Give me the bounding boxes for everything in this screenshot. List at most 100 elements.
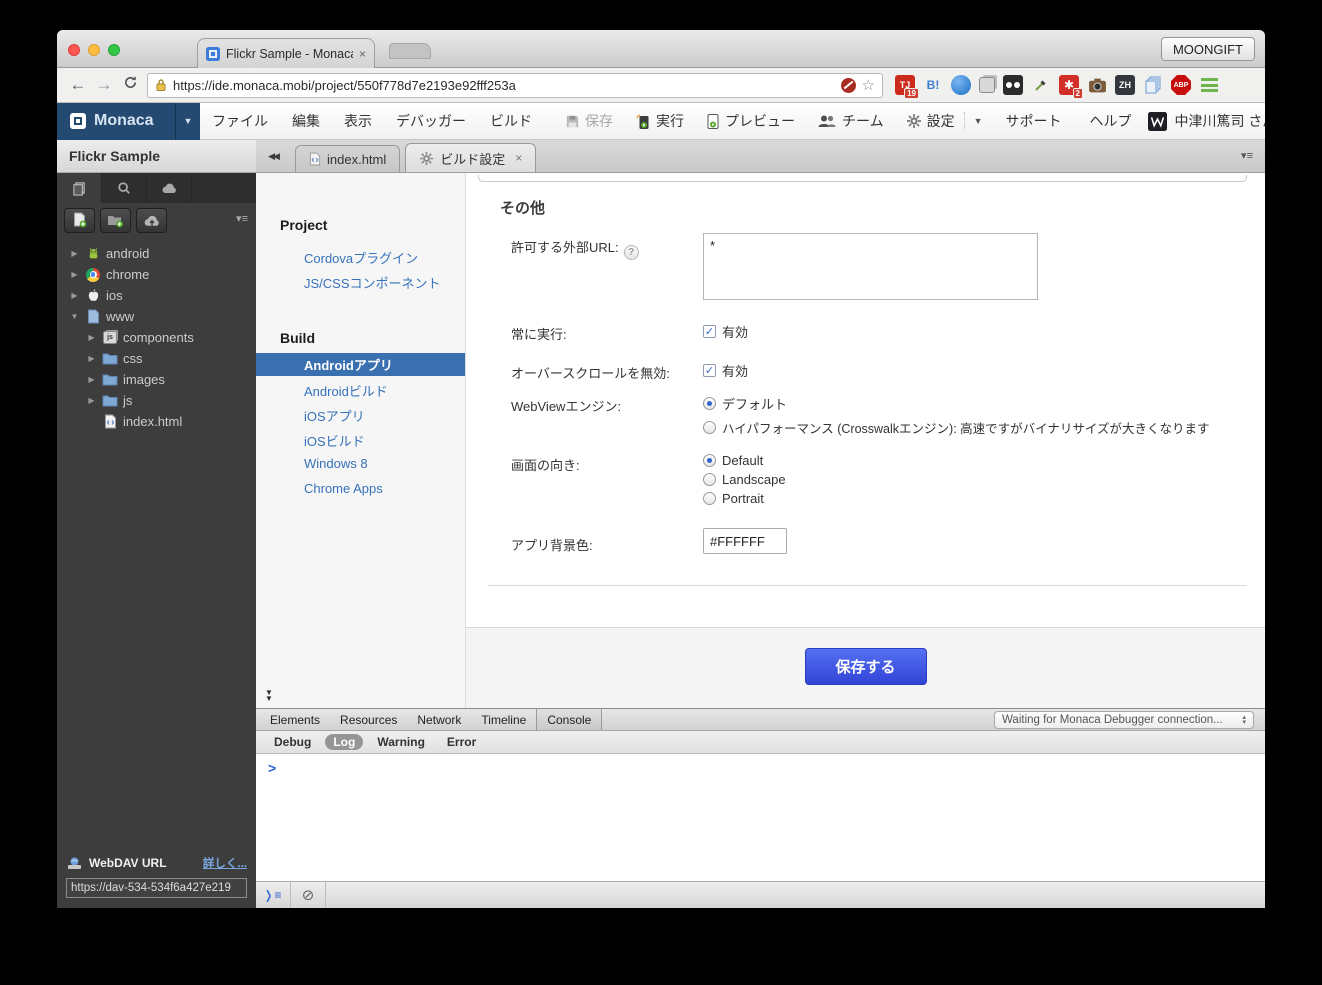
debugger-connection-select[interactable]: Waiting for Monaca Debugger connection..…: [994, 711, 1254, 729]
moongift-badge[interactable]: MOONGIFT: [1160, 37, 1255, 61]
chevron-right-icon[interactable]: [69, 249, 80, 258]
nav-item-ios-app[interactable]: iOSアプリ: [304, 406, 365, 425]
globe-extension-icon[interactable]: [951, 75, 971, 95]
zoom-window-button[interactable]: [108, 44, 120, 56]
preview-button[interactable]: プレビュー: [695, 111, 806, 131]
orientation-default-radio[interactable]: [703, 454, 716, 467]
lastpass-extension-icon[interactable]: ✱ 2: [1059, 75, 1083, 99]
support-link[interactable]: サポート: [994, 111, 1074, 131]
tab-close-icon[interactable]: ×: [359, 47, 366, 61]
chevron-down-icon[interactable]: [69, 312, 80, 321]
docs-extension-icon[interactable]: [1143, 75, 1163, 95]
tree-item-js[interactable]: js: [57, 390, 256, 411]
filter-error[interactable]: Error: [439, 734, 484, 750]
tree-item-css[interactable]: css: [57, 348, 256, 369]
overscroll-checkbox[interactable]: [703, 364, 716, 377]
filter-debug[interactable]: Debug: [266, 734, 319, 750]
sidebar-menu-icon[interactable]: ▾≡: [236, 212, 248, 225]
monaca-logo[interactable]: Monaca: [57, 102, 175, 140]
tree-item-chrome[interactable]: chrome: [57, 264, 256, 285]
new-folder-button[interactable]: [100, 207, 131, 233]
tree-item-ios[interactable]: ios: [57, 285, 256, 306]
help-icon[interactable]: ?: [623, 245, 639, 260]
dbg-tab-elements[interactable]: Elements: [260, 709, 330, 730]
back-button[interactable]: ←: [65, 75, 91, 95]
tab-file-tree[interactable]: [57, 173, 102, 203]
chrome-menu-icon[interactable]: [1199, 75, 1219, 95]
chevron-right-icon[interactable]: [69, 270, 80, 279]
plugin-blocked-icon[interactable]: [840, 77, 856, 93]
team-button[interactable]: チーム: [806, 111, 895, 131]
dbg-tab-console[interactable]: Console: [536, 709, 603, 730]
chevron-right-icon[interactable]: [86, 375, 97, 384]
nav-item-android-app[interactable]: Androidアプリ: [256, 353, 465, 376]
bookmark-star-icon[interactable]: [862, 76, 875, 94]
always-run-checkbox[interactable]: [703, 325, 716, 338]
new-tab-button[interactable]: [389, 43, 431, 59]
forward-button[interactable]: →: [91, 75, 117, 95]
reload-button[interactable]: [117, 75, 143, 95]
tree-item-android[interactable]: android: [57, 243, 256, 264]
url-text[interactable]: https://ide.monaca.mobi/project/550f778d…: [173, 78, 835, 93]
run-button[interactable]: 実行: [624, 111, 695, 131]
filter-log[interactable]: Log: [325, 734, 364, 750]
nav-item-ios-build[interactable]: iOSビルド: [304, 431, 365, 450]
nav-item-android-build[interactable]: Androidビルド: [304, 381, 388, 400]
orientation-portrait-radio[interactable]: [703, 492, 716, 505]
orientation-landscape-radio[interactable]: [703, 473, 716, 486]
browser-tab[interactable]: Flickr Sample - Monaca ×: [197, 38, 375, 68]
hatena-extension-icon[interactable]: B!: [923, 75, 947, 99]
tree-item-images[interactable]: images: [57, 369, 256, 390]
editor-tab-build-settings[interactable]: ビルド設定 ×: [405, 143, 537, 172]
save-button[interactable]: 保存: [554, 111, 624, 131]
chevron-right-icon[interactable]: [86, 354, 97, 363]
photos-extension-icon[interactable]: [979, 77, 995, 93]
dbg-tab-network[interactable]: Network: [407, 709, 471, 730]
save-settings-button[interactable]: 保存する: [804, 648, 927, 685]
external-url-textarea[interactable]: *: [703, 233, 1038, 300]
menu-file[interactable]: ファイル: [200, 111, 280, 131]
tab-cloud[interactable]: [147, 173, 192, 203]
nav-item-windows8[interactable]: Windows 8: [304, 456, 368, 471]
webdav-url-input[interactable]: [66, 878, 247, 898]
scroll-to-bottom-icon[interactable]: [265, 690, 273, 702]
console-output[interactable]: >: [256, 754, 1265, 881]
nav-item-js-css-components[interactable]: JS/CSSコンポーネント: [304, 273, 441, 292]
filter-warning[interactable]: Warning: [369, 734, 433, 750]
menu-debugger[interactable]: デバッガー: [384, 111, 478, 131]
tree-item-index-html[interactable]: index.html: [57, 411, 256, 432]
nav-item-chrome-apps[interactable]: Chrome Apps: [304, 481, 383, 496]
tab-close-icon[interactable]: ×: [515, 151, 522, 165]
minimize-window-button[interactable]: [88, 44, 100, 56]
menu-edit[interactable]: 編集: [280, 111, 332, 131]
chevron-right-icon[interactable]: [69, 291, 80, 300]
webview-default-radio[interactable]: [703, 397, 716, 410]
menu-build[interactable]: ビルド: [478, 111, 544, 131]
tree-item-www[interactable]: www: [57, 306, 256, 327]
clear-console-button[interactable]: [291, 882, 326, 908]
help-link[interactable]: ヘルプ: [1078, 111, 1144, 131]
webview-crosswalk-radio[interactable]: [703, 421, 716, 434]
chevron-down-icon[interactable]: ▼: [974, 116, 983, 126]
bgcolor-input[interactable]: [703, 528, 787, 554]
dbg-tab-timeline[interactable]: Timeline: [471, 709, 536, 730]
console-prompt[interactable]: >: [268, 760, 276, 776]
tree-item-components[interactable]: js components: [57, 327, 256, 348]
settings-button[interactable]: 設定 ▼: [895, 111, 994, 131]
tab-list-icon[interactable]: ▾≡: [1241, 149, 1253, 162]
show-console-button[interactable]: [256, 882, 291, 908]
tab-search[interactable]: [102, 173, 147, 203]
close-window-button[interactable]: [68, 44, 80, 56]
webdav-details-link[interactable]: 詳しく...: [203, 855, 247, 871]
tj-extension-icon[interactable]: TJ 19: [895, 75, 919, 99]
https-warning-lock-icon[interactable]: [155, 78, 167, 92]
adblock-extension-icon[interactable]: ABP: [1171, 75, 1191, 95]
monaca-logo-dropdown[interactable]: ▼: [175, 102, 200, 140]
user-name[interactable]: 中津川篤司 さん: [1171, 111, 1265, 131]
camera-extension-icon[interactable]: [1087, 75, 1107, 95]
nav-item-cordova-plugins[interactable]: Cordovaプラグイン: [304, 248, 418, 267]
chevron-right-icon[interactable]: [86, 396, 97, 405]
eyedropper-extension-icon[interactable]: [1031, 75, 1051, 95]
zh-extension-icon[interactable]: ZH: [1115, 75, 1135, 95]
binoculars-extension-icon[interactable]: [1003, 75, 1023, 95]
